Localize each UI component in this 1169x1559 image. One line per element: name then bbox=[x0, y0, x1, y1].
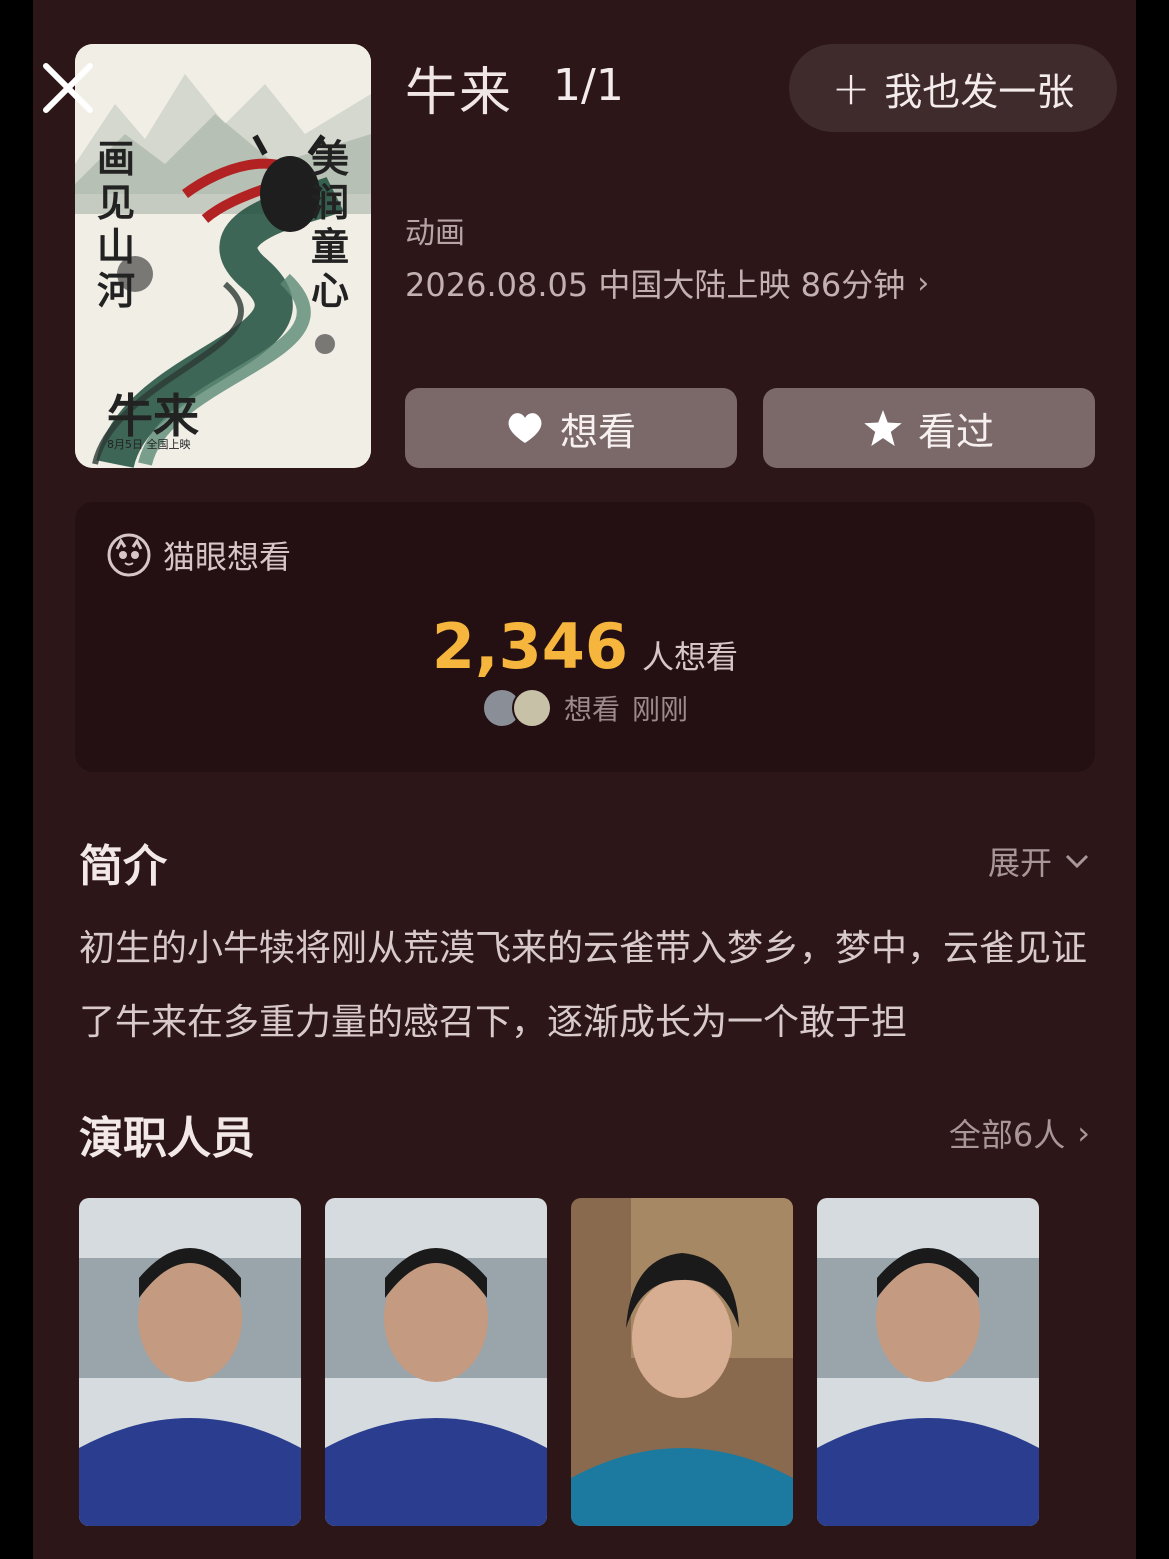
svg-text:心: 心 bbox=[311, 268, 349, 313]
chevron-right-icon: › bbox=[1077, 1114, 1090, 1152]
avatar-group bbox=[481, 688, 552, 728]
cast-section-title: 演职人员 bbox=[79, 1113, 255, 1164]
intro-section-title: 简介 bbox=[79, 841, 167, 892]
close-icon[interactable] bbox=[38, 58, 98, 118]
star-icon bbox=[864, 410, 902, 446]
want-count-unit: 人想看 bbox=[642, 638, 739, 676]
image-counter: 1/1 bbox=[553, 60, 624, 111]
release-text: 2026.08.05 中国大陆上映 86分钟 bbox=[405, 266, 906, 304]
want-to-see-button[interactable]: 想看 bbox=[405, 388, 737, 468]
activity-time: 刚刚 bbox=[632, 693, 689, 726]
svg-text:画: 画 bbox=[97, 136, 135, 181]
add-photo-label: 我也发一张 bbox=[884, 69, 1075, 114]
maoyan-label: 猫眼想看 bbox=[163, 538, 292, 576]
want-count: 2,346 bbox=[431, 610, 629, 683]
heart-icon bbox=[508, 413, 542, 443]
all-cast-link[interactable]: 全部6人 › bbox=[949, 1110, 1090, 1156]
movie-poster[interactable]: 画 见 山 河 美 润 童 心 牛来 8月5日 全国上映 bbox=[75, 44, 371, 468]
synopsis-text: 初生的小牛犊将刚从荒漠飞来的云雀带入梦乡，梦中，云雀见证了牛来在多重力量的感召下… bbox=[79, 928, 1088, 1043]
expand-label: 展开 bbox=[987, 844, 1052, 882]
movie-title: 牛来 bbox=[405, 63, 514, 123]
plus-icon: + bbox=[831, 61, 871, 115]
seen-label: 看过 bbox=[917, 409, 994, 454]
movie-detail-screen: 画 见 山 河 美 润 童 心 牛来 8月5日 全国上映 牛来 1/1 + 我也… bbox=[33, 0, 1136, 1559]
cast-member-photo[interactable] bbox=[325, 1198, 547, 1526]
recent-activity: 想看 刚刚 bbox=[75, 688, 1095, 728]
svg-text:润: 润 bbox=[311, 180, 349, 225]
want-count-row: 2,346 人想看 bbox=[75, 610, 1095, 683]
svg-text:山: 山 bbox=[97, 224, 135, 269]
want-to-see-label: 想看 bbox=[559, 409, 636, 454]
activity-action: 想看 bbox=[563, 693, 620, 726]
expand-button[interactable]: 展开 bbox=[988, 838, 1090, 884]
cast-member-photo[interactable] bbox=[817, 1198, 1039, 1526]
svg-text:见: 见 bbox=[97, 180, 135, 225]
cast-member-photo[interactable] bbox=[79, 1198, 301, 1526]
svg-text:童: 童 bbox=[311, 224, 349, 269]
cast-member-photo[interactable] bbox=[571, 1198, 793, 1526]
add-photo-button[interactable]: + 我也发一张 bbox=[789, 44, 1117, 132]
svg-text:美: 美 bbox=[311, 136, 349, 181]
avatar bbox=[511, 688, 552, 728]
maoyan-want-card: 猫眼想看 2,346 人想看 想看 刚刚 bbox=[75, 502, 1095, 772]
maoyan-cat-icon bbox=[107, 533, 151, 577]
svg-text:8月5日 全国上映: 8月5日 全国上映 bbox=[107, 437, 191, 451]
chevron-down-icon bbox=[1065, 854, 1089, 869]
maoyan-label-row: 猫眼想看 bbox=[107, 532, 291, 578]
chevron-right-icon: › bbox=[917, 265, 930, 301]
seen-button[interactable]: 看过 bbox=[763, 388, 1095, 468]
release-info[interactable]: 2026.08.05 中国大陆上映 86分钟 › bbox=[405, 260, 929, 306]
svg-text:牛来: 牛来 bbox=[107, 389, 199, 443]
all-cast-label: 全部6人 bbox=[948, 1116, 1066, 1154]
cast-list bbox=[79, 1198, 1039, 1526]
svg-text:河: 河 bbox=[97, 268, 135, 313]
movie-genre: 动画 bbox=[405, 216, 465, 251]
